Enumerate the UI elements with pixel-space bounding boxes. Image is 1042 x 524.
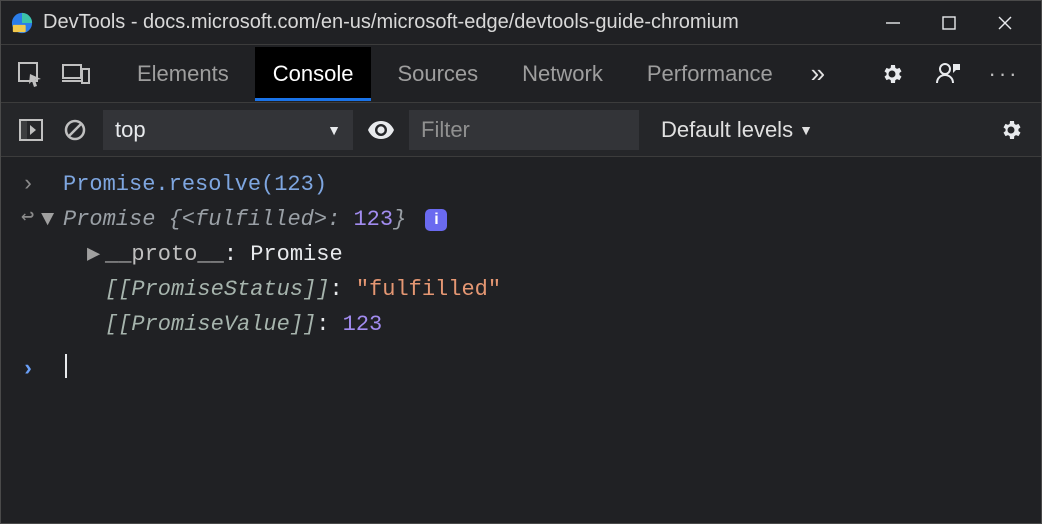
clear-console-icon[interactable]	[59, 114, 91, 146]
prompt-chevron-icon: ›	[21, 357, 34, 382]
console-prompt-row[interactable]: ›	[1, 352, 1041, 387]
tab-performance[interactable]: Performance	[629, 47, 791, 101]
tab-elements[interactable]: Elements	[119, 47, 247, 101]
promise-value-inline: 123	[353, 207, 393, 232]
chevron-down-icon: ▼	[799, 122, 813, 138]
return-arrow-icon: ↪	[21, 201, 34, 234]
chevron-down-icon: ▼	[327, 122, 341, 138]
input-chevron-icon: ›	[15, 168, 41, 201]
maximize-button[interactable]	[921, 1, 977, 45]
device-toggle-icon[interactable]	[57, 55, 95, 93]
levels-label: Default levels	[661, 117, 793, 143]
inspect-element-icon[interactable]	[11, 55, 49, 93]
console-input-code: Promise.resolve(123)	[63, 172, 327, 197]
promise-status-row: [[PromiseStatus]]: "fulfilled"	[1, 272, 1041, 307]
proto-key: __proto__	[105, 242, 224, 267]
console-result-row[interactable]: ↪ ▼ Promise {<fulfilled>: 123} i	[1, 202, 1041, 237]
promise-status-key: [[PromiseStatus]]	[105, 277, 329, 302]
promise-value-row: [[PromiseValue]]: 123	[1, 307, 1041, 342]
console-input-row: › Promise.resolve(123)	[1, 167, 1041, 202]
app-icon	[11, 12, 33, 34]
minimize-button[interactable]	[865, 1, 921, 45]
filter-input[interactable]	[409, 110, 639, 150]
console-toolbar: top ▼ Default levels ▼	[1, 103, 1041, 157]
console-settings-icon[interactable]	[995, 114, 1027, 146]
info-icon[interactable]: i	[425, 209, 447, 231]
window-title: DevTools - docs.microsoft.com/en-us/micr…	[43, 11, 865, 34]
proto-value: Promise	[250, 242, 342, 267]
close-button[interactable]	[977, 1, 1033, 45]
tab-console[interactable]: Console	[255, 47, 372, 101]
live-expression-icon[interactable]	[365, 114, 397, 146]
expand-toggle-icon[interactable]: ▼	[41, 203, 63, 236]
expand-chevron-icon[interactable]: ▶	[87, 238, 105, 271]
object-type: Promise	[63, 207, 155, 232]
devtools-tabbar: Elements Console Sources Network Perform…	[1, 45, 1041, 103]
more-options-icon[interactable]: ···	[985, 55, 1023, 93]
tab-sources[interactable]: Sources	[379, 47, 496, 101]
settings-icon[interactable]	[873, 55, 911, 93]
console-output: › Promise.resolve(123) ↪ ▼ Promise {<ful…	[1, 157, 1041, 397]
promise-value-value: 123	[343, 312, 383, 337]
promise-state-inline: fulfilled	[195, 207, 314, 232]
log-levels-selector[interactable]: Default levels ▼	[661, 117, 813, 143]
toggle-sidebar-icon[interactable]	[15, 114, 47, 146]
proto-row[interactable]: ▶__proto__: Promise	[1, 237, 1041, 272]
context-selector[interactable]: top ▼	[103, 110, 353, 150]
more-tabs-icon[interactable]: »	[799, 55, 837, 93]
context-value: top	[115, 117, 146, 143]
text-cursor	[65, 354, 67, 378]
window-titlebar: DevTools - docs.microsoft.com/en-us/micr…	[1, 1, 1041, 45]
promise-value-key: [[PromiseValue]]	[105, 312, 316, 337]
promise-status-value: "fulfilled"	[356, 277, 501, 302]
feedback-icon[interactable]	[929, 55, 967, 93]
tab-network[interactable]: Network	[504, 47, 621, 101]
